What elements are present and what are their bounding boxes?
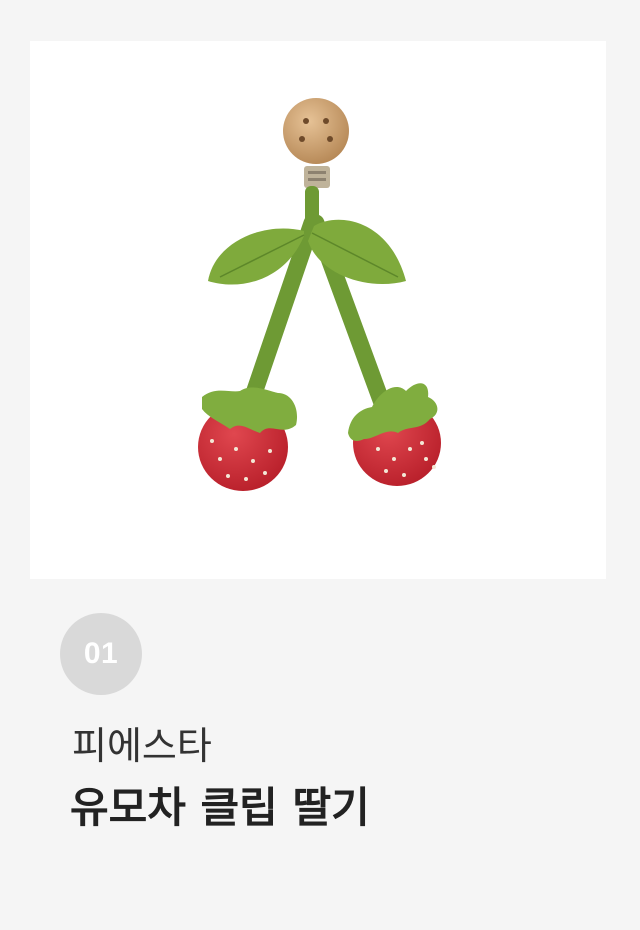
product-image: [198, 98, 441, 491]
item-number: 01: [83, 637, 119, 670]
brand-name: 피에스타: [72, 724, 212, 768]
product-title[interactable]: 유모차 클립 딸기: [70, 787, 370, 829]
item-number-badge: 01: [60, 613, 142, 695]
product-image-card[interactable]: [30, 41, 606, 579]
